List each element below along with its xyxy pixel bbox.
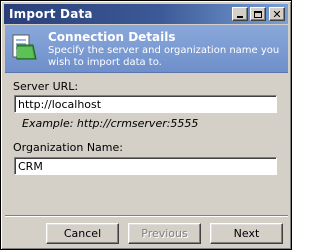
folder-document-icon: [12, 34, 37, 60]
maximize-icon: [254, 10, 262, 18]
organization-name-input[interactable]: [14, 157, 277, 175]
window-title: Import Data: [9, 7, 93, 21]
maximize-button[interactable]: [250, 7, 266, 21]
organization-name-label: Organization Name:: [13, 141, 123, 154]
import-data-dialog: Import Data ✕ Connection Details Specify…: [0, 0, 292, 250]
next-button[interactable]: Next: [210, 223, 283, 244]
form-area: Server URL: Example: http://crmserver:55…: [5, 74, 288, 214]
server-url-example: Example: http://crmserver:5555: [22, 117, 199, 130]
header-subtitle: Specify the server and organization name…: [48, 45, 280, 68]
close-button[interactable]: ✕: [269, 7, 285, 21]
close-icon: ✕: [272, 7, 282, 21]
cancel-button[interactable]: Cancel: [46, 223, 119, 244]
server-url-input[interactable]: [14, 95, 277, 113]
minimize-button[interactable]: [232, 7, 248, 21]
window-controls: ✕: [232, 7, 285, 21]
footer-separator: [5, 215, 288, 217]
title-bar[interactable]: Import Data ✕: [4, 4, 288, 24]
server-url-label: Server URL:: [13, 80, 79, 93]
wizard-header: Connection Details Specify the server an…: [5, 25, 288, 73]
previous-button[interactable]: Previous: [128, 223, 201, 244]
minimize-icon: [237, 16, 243, 18]
header-title: Connection Details: [48, 30, 176, 44]
